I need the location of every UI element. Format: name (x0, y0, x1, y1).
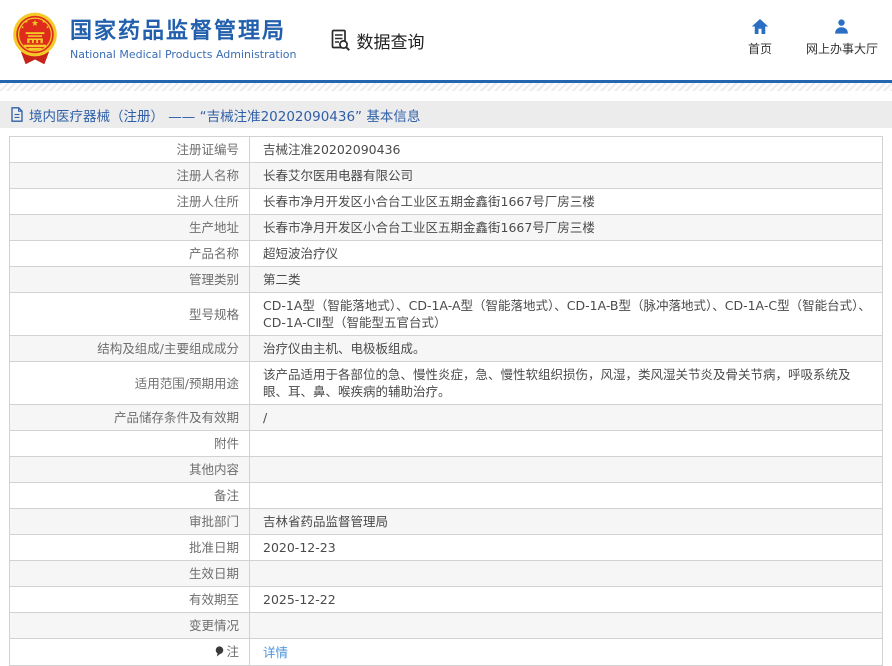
row-label: 变更情况 (9, 612, 250, 639)
table-row: 备注 (9, 482, 883, 509)
row-label: 生产地址 (9, 214, 250, 241)
nav-home-label: 首页 (747, 42, 772, 56)
info-table-body: 注册证编号 吉械注准20202090436 注册人名称 长春艾尔医用电器有限公司 注册人… (9, 136, 883, 666)
row-value: 超短波治疗仪 (249, 240, 883, 267)
person-icon (835, 19, 849, 34)
org-name-cn: 国家药品监督管理局 (70, 19, 287, 44)
row-label: 审批部门 (9, 508, 250, 535)
row-label: 生效日期 (9, 560, 250, 587)
svg-text:★: ★ (42, 19, 46, 24)
row-value (249, 560, 883, 587)
row-label: 备注 (9, 482, 250, 509)
row-label: 产品名称 (9, 240, 250, 267)
header-nav: 首页 网上办事大厅 (748, 18, 878, 57)
row-label: 注册人名称 (9, 162, 250, 189)
table-row: 生效日期 (9, 560, 883, 587)
table-row: 型号规格 CD-1A型（智能落地式）、CD-1A-A型（智能落地式）、CD-1A-… (9, 292, 883, 336)
table-row: 生产地址 长春市净月开发区小合台工业区五期金鑫街1667号厂房三楼 (9, 214, 883, 241)
table-row: 结构及组成/主要组成成分 治疗仪由主机、电极板组成。 (9, 335, 883, 362)
org-name-en: National Medical Products Administration (70, 48, 297, 61)
data-query-title[interactable]: 数据查询 (328, 28, 424, 53)
nav-home[interactable]: 首页 (748, 18, 772, 57)
national-emblem-icon: ★ ★ ★ ★ ★ (13, 12, 57, 65)
svg-text:★: ★ (21, 24, 25, 29)
balloon-icon (215, 644, 224, 661)
nav-service-hall-label: 网上办事大厅 (805, 42, 878, 56)
row-value: 吉林省药品监督管理局 (249, 508, 883, 535)
row-label: 型号规格 (9, 292, 250, 336)
row-label: 产品储存条件及有效期 (9, 404, 250, 431)
site-header: ★ ★ ★ ★ ★ 国家药品监督管理局 National Medical Pro… (0, 0, 892, 80)
row-label: 适用范围/预期用途 (9, 361, 250, 405)
row-value: 该产品适用于各部位的急、慢性炎症，急、慢性软组织损伤，风湿，类风湿关节炎及骨关节… (249, 361, 883, 405)
row-label: 其他内容 (9, 456, 250, 483)
row-value (249, 430, 883, 457)
row-label: 批准日期 (9, 534, 250, 561)
table-row: 注册证编号 吉械注准20202090436 (9, 136, 883, 163)
org-names: 国家药品监督管理局 National Medical Products Admi… (70, 19, 296, 61)
table-row: 适用范围/预期用途 该产品适用于各部位的急、慢性炎症，急、慢性软组织损伤，风湿，类… (9, 361, 883, 405)
row-label: 注册人住所 (9, 188, 250, 215)
row-value: CD-1A型（智能落地式）、CD-1A-A型（智能落地式）、CD-1A-B型（脉… (249, 292, 883, 336)
breadcrumb-text: 境内医疗器械（注册） —— “吉械注准20202090436” 基本信息 (29, 108, 421, 125)
row-label: 附件 (9, 430, 250, 457)
row-value: 长春市净月开发区小合台工业区五期金鑫街1667号厂房三楼 (249, 214, 883, 241)
table-row: 审批部门 吉林省药品监督管理局 (9, 508, 883, 535)
table-row: 产品名称 超短波治疗仪 (9, 240, 883, 267)
detail-link[interactable]: 详情 (263, 645, 288, 660)
row-value (249, 456, 883, 483)
row-value: 2020-12-23 (249, 534, 883, 561)
table-row: 产品储存条件及有效期 / (9, 404, 883, 431)
document-icon (11, 107, 23, 122)
table-row: 注详情 (9, 638, 883, 666)
table-row: 其他内容 (9, 456, 883, 483)
row-value: 治疗仪由主机、电极板组成。 (249, 335, 883, 362)
svg-text:★: ★ (31, 19, 39, 29)
row-value: 第二类 (249, 266, 883, 293)
row-label: 注 (9, 638, 250, 666)
home-icon (751, 19, 769, 34)
breadcrumb: 境内医疗器械（注册） —— “吉械注准20202090436” 基本信息 (0, 101, 892, 128)
document-search-icon (332, 29, 351, 51)
row-value: 详情 (249, 638, 883, 666)
row-label: 有效期至 (9, 586, 250, 613)
row-value: 吉械注准20202090436 (249, 136, 883, 163)
row-label: 结构及组成/主要组成成分 (9, 335, 250, 362)
table-row: 有效期至 2025-12-22 (9, 586, 883, 613)
row-value: 2025-12-22 (249, 586, 883, 613)
nmpa-logo[interactable]: ★ ★ ★ ★ ★ 国家药品监督管理局 National Medical Pro… (0, 11, 296, 69)
row-value (249, 482, 883, 509)
nav-service-hall[interactable]: 网上办事大厅 (806, 18, 878, 57)
row-label: 注册证编号 (9, 136, 250, 163)
svg-text:★: ★ (46, 24, 50, 29)
row-value: / (249, 404, 883, 431)
row-value (249, 612, 883, 639)
table-row: 注册人名称 长春艾尔医用电器有限公司 (9, 162, 883, 189)
hatch-band (0, 83, 892, 91)
row-label: 管理类别 (9, 266, 250, 293)
table-row: 注册人住所 长春市净月开发区小合台工业区五期金鑫街1667号厂房三楼 (9, 188, 883, 215)
table-row: 附件 (9, 430, 883, 457)
row-value: 长春市净月开发区小合台工业区五期金鑫街1667号厂房三楼 (249, 188, 883, 215)
row-value: 长春艾尔医用电器有限公司 (249, 162, 883, 189)
table-row: 变更情况 (9, 612, 883, 639)
data-query-label: 数据查询 (356, 32, 425, 53)
info-table: 注册证编号 吉械注准20202090436 注册人名称 长春艾尔医用电器有限公司 注册人… (9, 136, 883, 666)
table-row: 管理类别 第二类 (9, 266, 883, 293)
svg-text:★: ★ (25, 19, 29, 24)
table-row: 批准日期 2020-12-23 (9, 534, 883, 561)
